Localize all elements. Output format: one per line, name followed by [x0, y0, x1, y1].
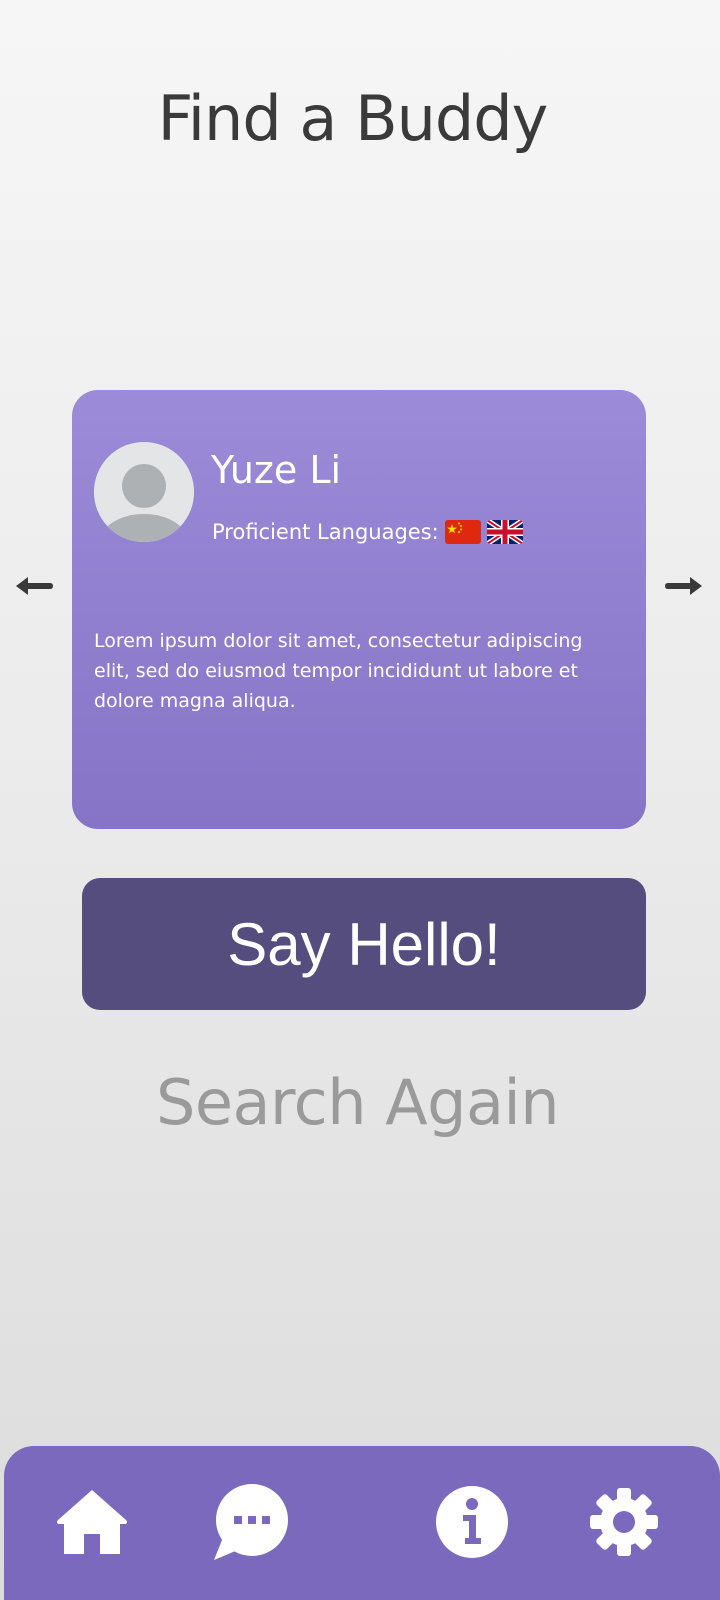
info-icon[interactable]	[434, 1484, 510, 1560]
languages-label: Proficient Languages:	[212, 520, 439, 544]
bottom-nav	[4, 1446, 720, 1600]
profile-card: Yuze Li Proficient Languages: Lorem ipsu…	[72, 390, 646, 829]
home-icon[interactable]	[54, 1484, 130, 1560]
search-again-link[interactable]: Search Again	[0, 1066, 715, 1139]
cn-flag-icon	[444, 520, 481, 544]
gear-icon[interactable]	[586, 1484, 662, 1560]
proficient-languages: Proficient Languages:	[212, 520, 523, 544]
prev-arrow-icon[interactable]	[14, 575, 54, 597]
uk-flag-icon	[486, 520, 523, 544]
avatar-icon	[94, 442, 194, 542]
chat-icon[interactable]	[212, 1484, 288, 1560]
profile-bio: Lorem ipsum dolor sit amet, consectetur …	[94, 630, 583, 712]
page-title: Find a Buddy	[157, 82, 549, 155]
profile-name: Yuze Li	[211, 448, 342, 492]
say-hello-button[interactable]: Say Hello!	[82, 878, 646, 1010]
next-arrow-icon[interactable]	[664, 575, 704, 597]
